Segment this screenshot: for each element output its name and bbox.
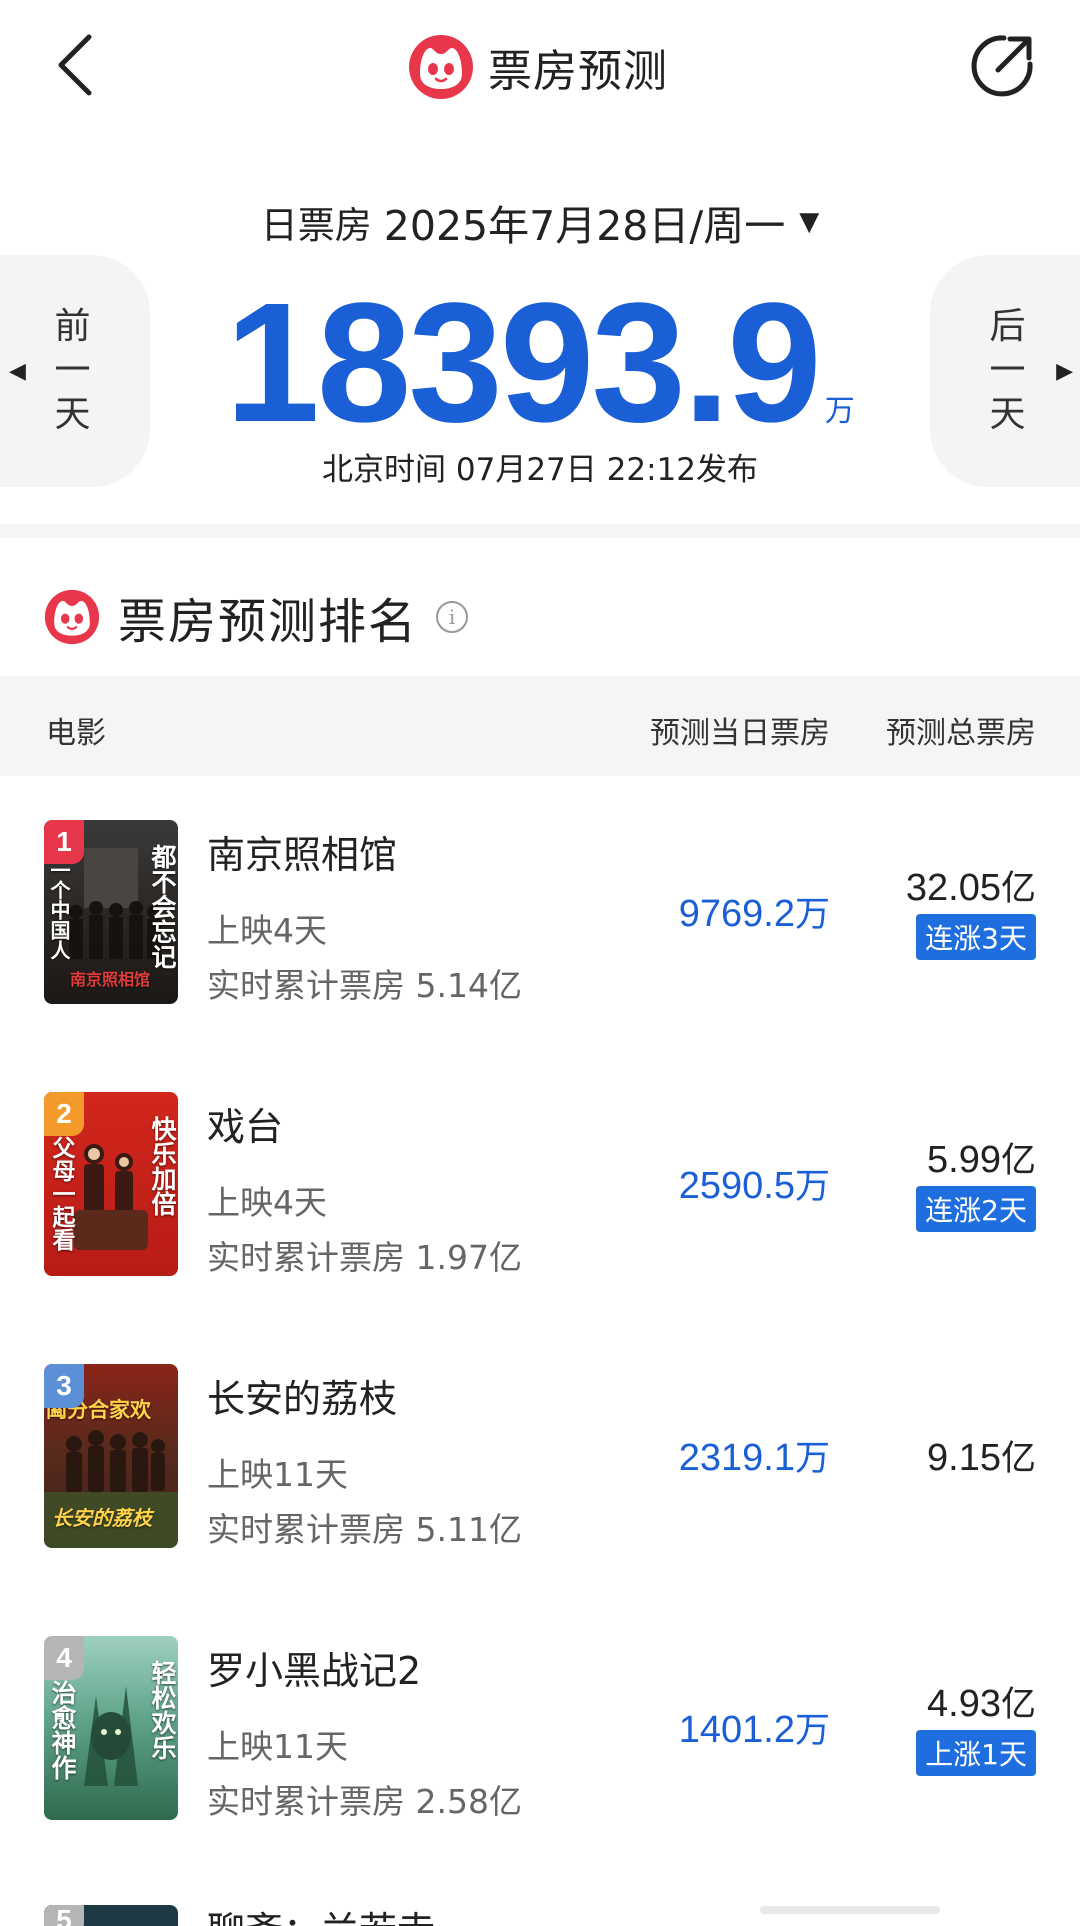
poster-tagline: 治愈神作: [48, 1680, 77, 1780]
cumulative-box-office: 实时累计票房 5.11亿: [207, 1510, 522, 1549]
cumulative-box-office: 实时累计票房 5.14亿: [207, 966, 522, 1005]
poster-tagline: 都不会忘记: [148, 844, 177, 969]
movie-poster: 一个中国人 都不会忘记 南京照相馆 1: [44, 820, 178, 1004]
predicted-total: 4.93亿: [927, 1676, 1036, 1727]
share-button[interactable]: [966, 30, 1038, 102]
cat-logo-icon: [409, 35, 473, 99]
movie-poster: 阖分合家欢 长安的荔枝 3: [44, 1364, 178, 1548]
release-days: 上映4天: [207, 911, 327, 950]
poster-tagline: 快乐加倍: [148, 1116, 177, 1216]
back-button[interactable]: [40, 25, 110, 105]
scroll-indicator: [760, 1906, 940, 1914]
cumulative-box-office: 实时累计票房 1.97亿: [207, 1238, 522, 1277]
predicted-daily: 1401.2万: [679, 1702, 830, 1753]
table-row[interactable]: 父母一起看 快乐加倍 2 戏台 上映4天 实时累计票房 1.97亿 2590.5…: [0, 1048, 1080, 1320]
release-days: 上映11天: [207, 1727, 348, 1766]
predicted-total-unit: 亿: [1000, 869, 1036, 909]
total-value: 18393.9: [225, 268, 822, 458]
table-row[interactable]: 一个中国人 都不会忘记 南京照相馆 1 南京照相馆 上映4天 实时累计票房 5.…: [0, 776, 1080, 1048]
header-pred-day: 预测当日票房: [650, 716, 830, 751]
predicted-daily: 2319.1万: [679, 1430, 830, 1481]
movie-poster: 治愈神作 轻松欢乐 4: [44, 1636, 178, 1820]
trend-badge: 连涨3天: [916, 914, 1036, 960]
page-title-group: 票房预测: [408, 32, 668, 102]
daily-summary: 日票房 2025年7月28日/周一 ▼ 18393.9 万 北京时间 07月27日…: [0, 180, 1080, 520]
ranking-header: 票房预测排名 i: [44, 584, 469, 650]
predicted-daily-value: 9769.2: [678, 893, 795, 935]
movie-title: 聊斋：兰若寺: [207, 1906, 435, 1926]
movie-poster: 父母一起看 快乐加倍 2: [44, 1092, 178, 1276]
predicted-daily: 9769.2万: [679, 886, 830, 937]
header-movie: 电影: [46, 716, 106, 751]
rank-badge: 4: [44, 1636, 84, 1680]
predicted-total-value: 9.15: [927, 1437, 1001, 1479]
rank-badge: 5: [44, 1905, 84, 1926]
prev-day-char: 一: [54, 350, 91, 391]
predicted-total: 9.15亿: [927, 1430, 1036, 1481]
next-day-char: 一: [989, 350, 1026, 391]
header-pred-total: 预测总票房: [886, 716, 1036, 751]
predicted-daily: 2590.5万: [679, 1158, 830, 1209]
rank-badge: 3: [44, 1364, 84, 1408]
predicted-total-value: 5.99: [927, 1139, 1001, 1181]
date-label: 日票房: [260, 204, 372, 247]
nav-bar: 票房预测: [0, 0, 1080, 135]
predicted-total-value: 4.93: [927, 1683, 1001, 1725]
poster-caption: 南京照相馆: [70, 970, 151, 989]
predicted-total: 5.99亿: [927, 1132, 1036, 1183]
predicted-daily-unit: 万: [794, 1167, 830, 1207]
table-header: 电影 预测当日票房 预测总票房: [0, 676, 1080, 776]
arrow-right-icon: ▶: [1056, 359, 1073, 384]
predicted-total-value: 32.05: [905, 867, 1001, 909]
movie-title: 南京照相馆: [207, 833, 398, 877]
poster-tagline: 轻松欢乐: [148, 1660, 177, 1760]
prev-day-button[interactable]: ◀ 前 一 天: [0, 255, 150, 487]
cat-logo-icon: [44, 589, 100, 645]
next-day-button[interactable]: ▶ 后 一 天: [930, 255, 1080, 487]
next-day-char: 后: [989, 306, 1026, 347]
cumulative-box-office: 实时累计票房 2.58亿: [207, 1782, 522, 1821]
total-box-office: 18393.9 万: [0, 278, 1080, 448]
predicted-daily-value: 1401.2: [678, 1709, 795, 1751]
predicted-daily-unit: 万: [794, 1711, 830, 1751]
predicted-daily-unit: 万: [794, 895, 830, 935]
share-icon: [971, 35, 1033, 97]
predicted-total-unit: 亿: [1000, 1685, 1036, 1725]
predicted-daily-value: 2319.1: [678, 1437, 795, 1479]
poster-tagline: 一个中国人: [47, 860, 71, 960]
date-selector[interactable]: 日票房 2025年7月28日/周一 ▼: [0, 192, 1080, 252]
poster-caption: 长安的荔枝: [52, 1506, 152, 1530]
prev-day-char: 前: [54, 306, 91, 347]
page-title: 票房预测: [488, 46, 668, 97]
table-row[interactable]: 治愈神作 轻松欢乐 4 罗小黑战记2 上映11天 实时累计票房 2.58亿 14…: [0, 1592, 1080, 1864]
section-divider: [0, 524, 1080, 538]
trend-badge: 连涨2天: [916, 1186, 1036, 1232]
rank-badge: 1: [44, 820, 84, 864]
prev-day-char: 天: [54, 394, 91, 435]
release-days: 上映4天: [207, 1183, 327, 1222]
predicted-total-unit: 亿: [1000, 1439, 1036, 1479]
poster-tagline: 父母一起看: [48, 1136, 74, 1251]
movie-title: 罗小黑战记2: [207, 1649, 422, 1693]
arrow-left-icon: ◀: [9, 359, 26, 384]
publish-time: 北京时间 07月27日 22:12发布: [322, 452, 758, 488]
predicted-daily-unit: 万: [794, 1439, 830, 1479]
predicted-total: 32.05亿: [906, 860, 1036, 911]
movie-title: 长安的荔枝: [207, 1377, 398, 1421]
next-day-char: 天: [989, 394, 1026, 435]
predicted-total-unit: 亿: [1000, 1141, 1036, 1181]
movie-poster[interactable]: 5: [44, 1905, 178, 1926]
date-value: 2025年7月28日/周一: [383, 202, 786, 250]
info-icon[interactable]: i: [436, 601, 469, 633]
release-days: 上映11天: [207, 1455, 348, 1494]
chevron-left-icon: [58, 34, 92, 96]
movie-title: 戏台: [207, 1105, 284, 1149]
trend-badge: 上涨1天: [916, 1730, 1036, 1776]
predicted-daily-value: 2590.5: [678, 1165, 795, 1207]
ranking-title: 票房预测排名: [118, 594, 419, 650]
rank-badge: 2: [44, 1092, 84, 1136]
caret-down-icon: ▼: [799, 207, 820, 237]
table-row[interactable]: 阖分合家欢 长安的荔枝 3 长安的荔枝 上映11天 实时累计票房 5.11亿 2…: [0, 1320, 1080, 1592]
total-unit: 万: [824, 394, 855, 429]
